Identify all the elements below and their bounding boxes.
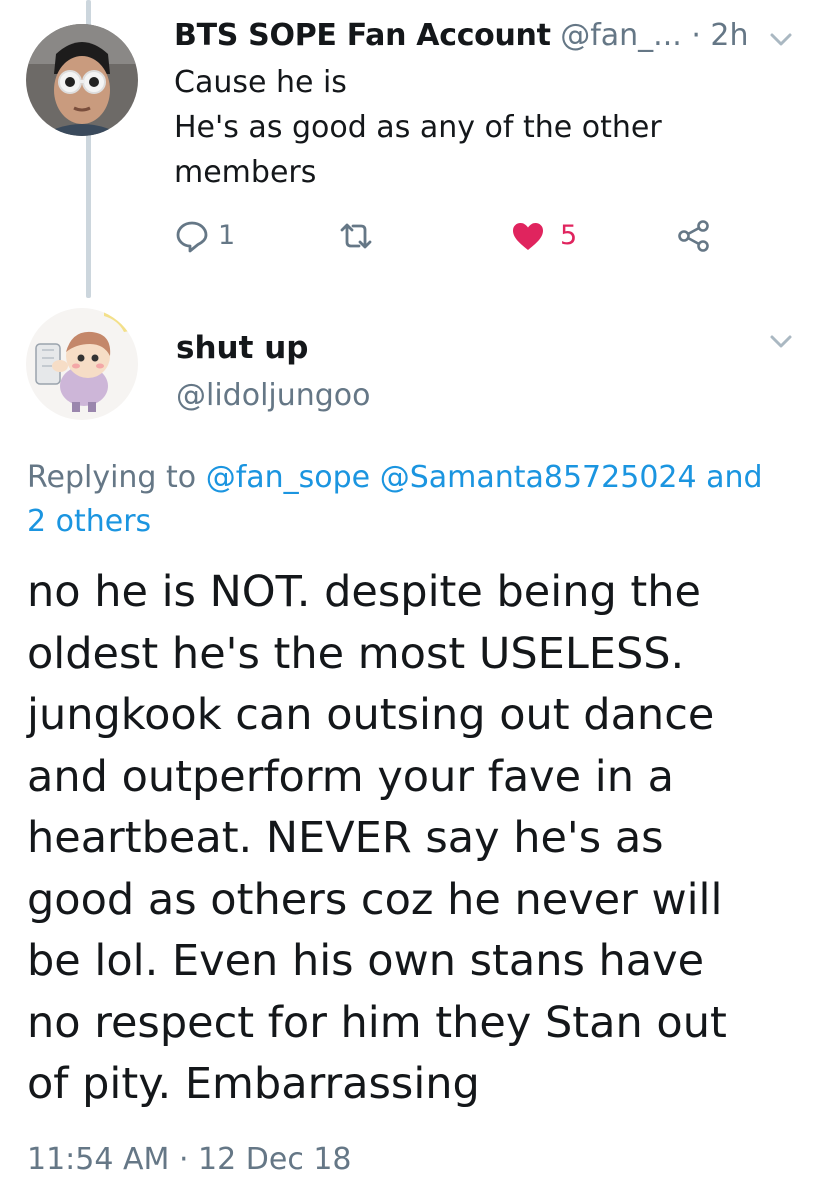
- meta-separator: ·: [691, 18, 701, 53]
- avatar-image: [26, 24, 138, 136]
- replying-to: Replying to @fan_sope @Samanta85725024 a…: [27, 456, 797, 544]
- share-icon: [678, 220, 709, 252]
- reply-count: 1: [218, 220, 236, 251]
- handle[interactable]: @fan_...: [560, 18, 682, 53]
- tweet-text-line: oldest he's the most USELESS.: [27, 628, 685, 679]
- tweet-header: BTS SOPE Fan Account @fan_... · 2h: [174, 14, 774, 58]
- tweet-text-line: no respect for him they Stan out: [27, 997, 727, 1048]
- display-name[interactable]: shut up: [176, 326, 308, 370]
- tweet-text-line: no he is NOT. despite being the: [27, 567, 701, 617]
- timestamp[interactable]: 11:54 AM · 12 Dec 18: [27, 1138, 352, 1182]
- tweet-text: Cause he is He's as good as any of the o…: [174, 60, 734, 195]
- timestamp-separator: ·: [178, 1142, 189, 1177]
- tweet-text-line: of pity. Embarrassing: [27, 1059, 480, 1109]
- chevron-down-icon[interactable]: [766, 326, 796, 360]
- share-button[interactable]: [676, 214, 712, 258]
- tweet-text-line: He's as good as any of the other: [174, 110, 662, 145]
- replying-others-link[interactable]: 2 others: [27, 504, 151, 539]
- replying-prefix: Replying to: [27, 460, 197, 495]
- like-count: 5: [560, 220, 578, 251]
- handle[interactable]: @lidoljungoo: [176, 374, 371, 418]
- tweet-text-line: members: [174, 155, 317, 190]
- tweet-time[interactable]: 2h: [710, 18, 748, 53]
- avatar-image: [26, 308, 138, 420]
- like-button[interactable]: 5: [510, 214, 577, 258]
- timestamp-date: 12 Dec 18: [198, 1142, 352, 1177]
- timestamp-time: 11:54 AM: [27, 1142, 170, 1177]
- chevron-down-icon[interactable]: [766, 24, 796, 58]
- tweet-text-line: good as others coz he never will: [27, 874, 723, 925]
- tweet-text-line: heartbeat. NEVER say he's as: [27, 813, 664, 863]
- reply-button[interactable]: 1: [174, 214, 235, 258]
- retweet-icon: [340, 223, 372, 249]
- tweet-text-line: and outperform your fave in a: [27, 751, 674, 802]
- tweet-text-line: Cause he is: [174, 65, 347, 100]
- heart-icon: [513, 223, 543, 250]
- mention-link[interactable]: @Samanta85725024: [380, 460, 697, 495]
- replying-and[interactable]: and: [706, 460, 762, 495]
- tweet-text: no he is NOT. despite being the oldest h…: [27, 562, 817, 1116]
- retweet-button[interactable]: [338, 214, 374, 258]
- tweet-text-line: be lol. Even his own stans have: [27, 936, 705, 986]
- reply-icon: [176, 221, 208, 253]
- tweet-text-line: jungkook can outsing out dance: [27, 690, 715, 740]
- mention-link[interactable]: @fan_sope: [206, 460, 370, 495]
- avatar[interactable]: [26, 24, 138, 136]
- display-name[interactable]: BTS SOPE Fan Account: [174, 18, 551, 53]
- avatar[interactable]: [26, 308, 138, 420]
